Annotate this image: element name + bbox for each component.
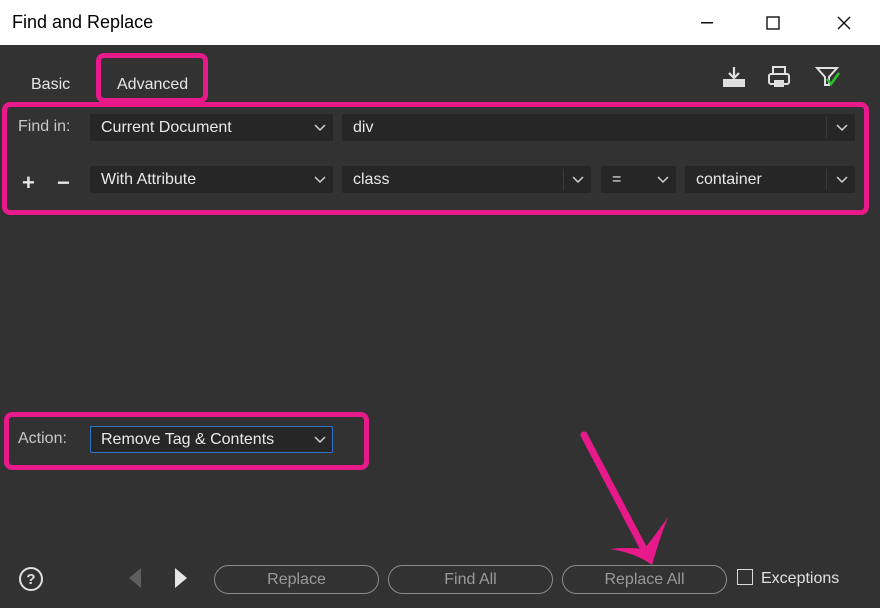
load-query-icon bbox=[768, 66, 790, 87]
exceptions-checkbox[interactable] bbox=[737, 569, 753, 585]
action-highlight bbox=[4, 412, 369, 470]
find-filter-icon bbox=[815, 67, 841, 87]
next-arrow-icon[interactable] bbox=[173, 566, 189, 590]
find-all-button[interactable]: Find All bbox=[388, 565, 553, 594]
previous-arrow-icon[interactable] bbox=[127, 566, 143, 590]
search-criteria-highlight bbox=[2, 102, 869, 215]
maximize-button[interactable] bbox=[750, 0, 796, 45]
close-icon bbox=[837, 16, 851, 29]
close-button[interactable] bbox=[821, 0, 867, 45]
replace-all-button[interactable]: Replace All bbox=[562, 565, 727, 594]
save-query-button[interactable] bbox=[720, 64, 748, 90]
load-query-button[interactable] bbox=[765, 64, 793, 90]
minimize-icon bbox=[701, 21, 713, 23]
find-filter-button[interactable] bbox=[814, 64, 842, 90]
exceptions-label: Exceptions bbox=[761, 570, 840, 587]
help-icon: ? bbox=[26, 570, 36, 588]
maximize-icon bbox=[766, 15, 780, 30]
minimize-button[interactable] bbox=[684, 0, 730, 45]
tab-basic[interactable]: Basic bbox=[31, 76, 70, 94]
window-title: Find and Replace bbox=[12, 12, 154, 32]
save-query-icon bbox=[723, 67, 745, 87]
replace-button[interactable]: Replace bbox=[214, 565, 379, 594]
title-bar: Find and Replace bbox=[0, 0, 880, 45]
advanced-tab-highlight bbox=[96, 53, 208, 103]
help-button[interactable]: ? bbox=[19, 567, 43, 591]
